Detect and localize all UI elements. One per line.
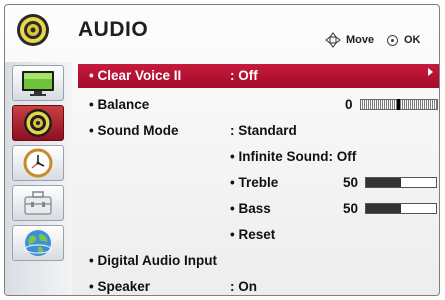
menu-item-infinite-sound[interactable]: • Infinite Sound: Off [78, 145, 439, 169]
ok-label: OK [404, 34, 421, 46]
sidebar-tab-time[interactable] [12, 145, 64, 181]
menu-item-bass[interactable]: • Bass 50 [78, 197, 439, 221]
tv-screen-icon [22, 71, 54, 96]
menu-item-value: : Off [230, 68, 258, 83]
clock-icon [23, 148, 53, 178]
audio-settings-list: • Clear Voice II : Off • Balance 0 • Sou… [78, 62, 439, 295]
treble-slider[interactable] [365, 177, 437, 188]
chevron-right-icon [428, 68, 433, 76]
menu-item-label: • Bass [230, 201, 271, 216]
menu-item-label: • Sound Mode [89, 123, 179, 138]
menu-item-label: • Infinite Sound: Off [230, 149, 357, 164]
speaker-icon [17, 14, 49, 46]
menu-item-sound-mode[interactable]: • Sound Mode : Standard [78, 119, 439, 143]
sidebar-tab-picture[interactable] [12, 65, 64, 101]
bass-slider-fill [366, 204, 401, 213]
menu-item-value: 0 [345, 97, 353, 112]
speaker-icon [24, 109, 52, 137]
move-label: Move [346, 34, 375, 46]
menu-item-label: • Clear Voice II [89, 68, 182, 83]
menu-item-label: • Treble [230, 175, 279, 190]
menu-item-value: 50 [343, 175, 359, 190]
menu-item-treble[interactable]: • Treble 50 [78, 171, 439, 195]
menu-item-digital-audio-input[interactable]: • Digital Audio Input [78, 249, 439, 273]
toolbox-icon [24, 191, 52, 215]
balance-center-marker [397, 99, 400, 110]
menu-item-label: • Speaker [89, 279, 151, 294]
menu-item-reset[interactable]: • Reset [78, 223, 439, 247]
menu-item-value: : Standard [230, 123, 297, 138]
menu-item-value: : On [230, 279, 257, 294]
menu-item-balance[interactable]: • Balance 0 [78, 93, 439, 117]
ok-button-icon [387, 34, 398, 46]
sidebar-tab-option[interactable] [12, 185, 64, 221]
move-hint: Move [325, 29, 374, 51]
menu-item-clear-voice[interactable]: • Clear Voice II : Off [78, 64, 439, 88]
page-title: AUDIO [78, 18, 149, 41]
menu-item-value: 50 [343, 201, 359, 216]
balance-slider[interactable] [360, 99, 438, 110]
ok-hint: OK [387, 29, 421, 51]
treble-slider-fill [366, 178, 401, 187]
category-sidebar [5, 62, 72, 295]
audio-osd-window: AUDIO Move OK • Clear Voice II: Off • B… [4, 4, 440, 296]
menu-item-label: • Balance [89, 97, 150, 112]
menu-header: AUDIO Move OK [5, 5, 439, 57]
globe-icon [24, 230, 52, 256]
menu-item-label: • Digital Audio Input [89, 253, 217, 268]
sidebar-tab-network[interactable] [12, 225, 64, 261]
sidebar-tab-audio[interactable] [12, 105, 64, 141]
menu-item-label: • Reset [230, 227, 276, 242]
direction-pad-icon [325, 32, 341, 48]
menu-item-speaker[interactable]: • Speaker : On [78, 275, 439, 295]
bass-slider[interactable] [365, 203, 437, 214]
